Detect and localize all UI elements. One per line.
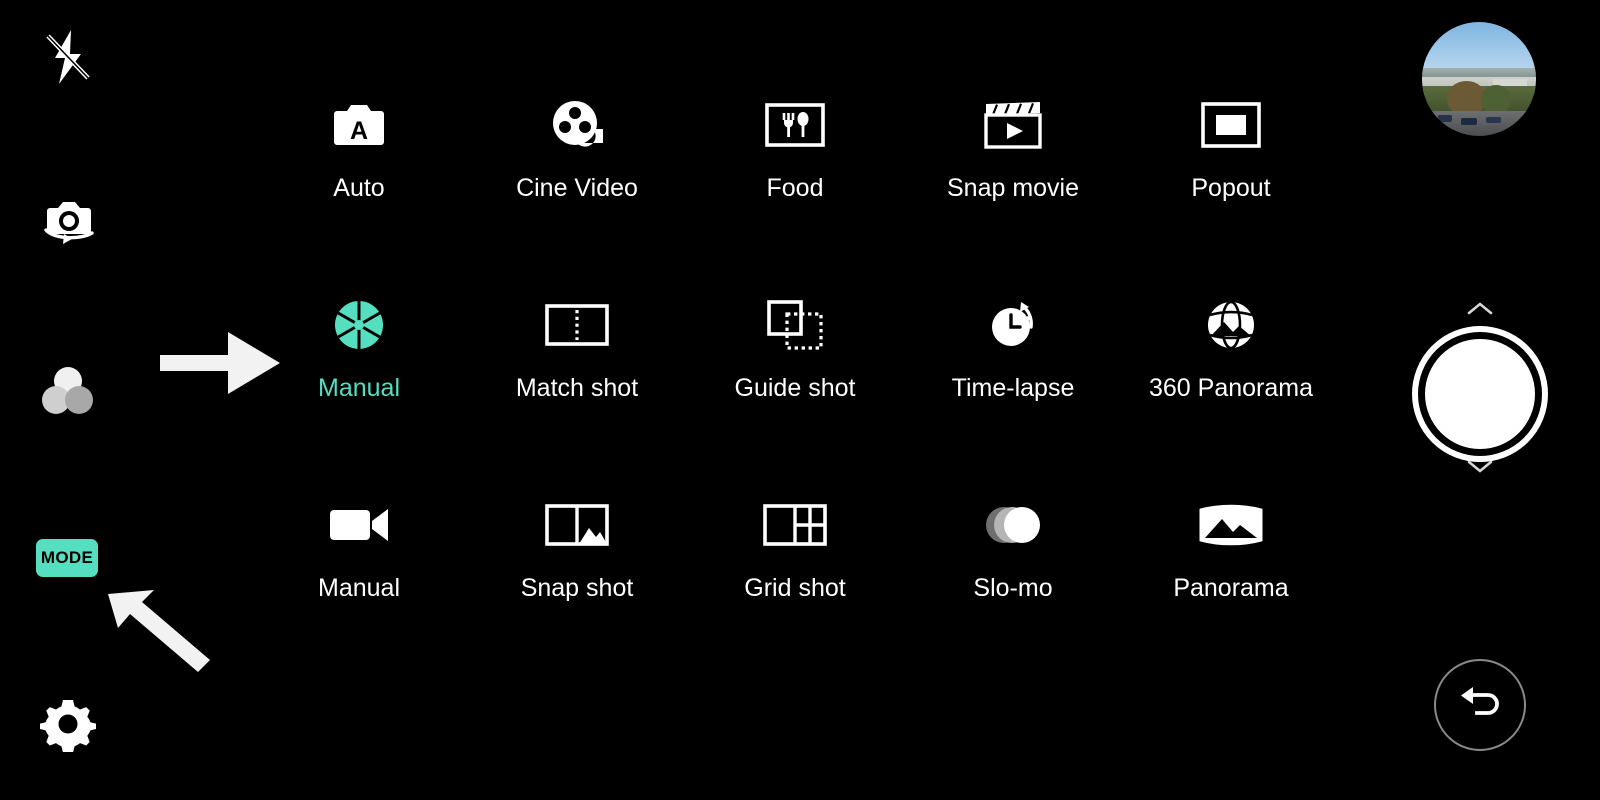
popout-frame-icon [1201,94,1261,156]
mode-grid: A Auto Cine Video Food Snap movie Popout… [250,78,1340,678]
mode-item-360-panorama[interactable]: 360 Panorama [1122,278,1340,478]
slomo-circles-icon [982,494,1044,556]
clapperboard-icon [983,94,1043,156]
mode-label: Manual [318,374,400,402]
flash-off-button[interactable] [36,25,100,89]
gear-icon [40,696,96,752]
mode-label: 360 Panorama [1148,374,1313,402]
mode-label: Cine Video [516,174,638,202]
aperture-icon [332,294,386,356]
thumb-tree-b [1481,84,1511,115]
fork-spoon-icon [765,94,825,156]
chevron-up-icon[interactable] [1466,300,1494,316]
gallery-thumbnail[interactable] [1422,22,1536,136]
undo-arrow-icon [1455,685,1505,726]
globe-panorama-icon [1202,294,1260,356]
chevron-down-icon[interactable] [1466,458,1494,474]
arrow-diagonal-annotation [102,580,214,672]
mode-label: Manual [318,574,400,602]
video-camera-icon [328,494,390,556]
mode-label: Popout [1191,174,1271,202]
mode-item-popout[interactable]: Popout [1122,78,1340,278]
svg-text:A: A [350,117,368,145]
snap-shot-icon [545,494,609,556]
mode-item-manual-video[interactable]: Manual [250,478,468,678]
mode-item-match-shot[interactable]: Match shot [468,278,686,478]
timelapse-clock-icon [985,294,1041,356]
flash-off-icon [41,28,95,86]
settings-button[interactable] [36,692,100,756]
mode-label: Slo-mo [973,574,1053,602]
film-reel-icon [549,94,605,156]
mode-label: Guide shot [734,374,856,402]
mode-badge-label: MODE [40,548,94,567]
panorama-icon [1199,494,1263,556]
match-shot-icon [545,294,609,356]
mode-label: Grid shot [744,574,846,602]
mode-badge[interactable]: MODE [36,539,98,577]
thumb-car [1437,115,1452,123]
mode-item-grid-shot[interactable]: Grid shot [686,478,904,678]
thumb-car [1485,116,1501,124]
mode-item-guide-shot[interactable]: Guide shot [686,278,904,478]
mode-label: Snap shot [520,574,634,602]
camera-auto-icon: A [331,94,387,156]
mode-item-manual-photo[interactable]: Manual [250,278,468,478]
switch-camera-icon [36,194,100,250]
mode-label: Match shot [515,374,639,402]
mode-item-auto[interactable]: A Auto [250,78,468,278]
switch-camera-button[interactable] [36,190,100,254]
mode-item-cine-video[interactable]: Cine Video [468,78,686,278]
mode-item-snap-shot[interactable]: Snap shot [468,478,686,678]
thumb-sky [1422,22,1536,75]
grid-shot-icon [763,494,827,556]
mode-item-food[interactable]: Food [686,78,904,278]
mode-item-panorama[interactable]: Panorama [1122,478,1340,678]
filters-icon [37,361,99,419]
shutter-button[interactable] [1412,326,1548,462]
thumb-car [1460,117,1477,125]
mode-label: Panorama [1173,574,1289,602]
mode-item-time-lapse[interactable]: Time-lapse [904,278,1122,478]
guide-shot-icon [765,294,825,356]
filters-button[interactable] [36,358,100,422]
mode-item-snap-movie[interactable]: Snap movie [904,78,1122,278]
mode-label: Auto [333,174,385,202]
mode-label: Snap movie [946,174,1080,202]
mode-label: Time-lapse [951,374,1075,402]
camera-mode-screen: MODE A Auto Cine Video Food Snap movie P… [0,0,1600,800]
shutter-inner [1425,339,1535,449]
mode-label: Food [766,174,824,202]
mode-item-slo-mo[interactable]: Slo-mo [904,478,1122,678]
back-button[interactable] [1434,659,1526,751]
